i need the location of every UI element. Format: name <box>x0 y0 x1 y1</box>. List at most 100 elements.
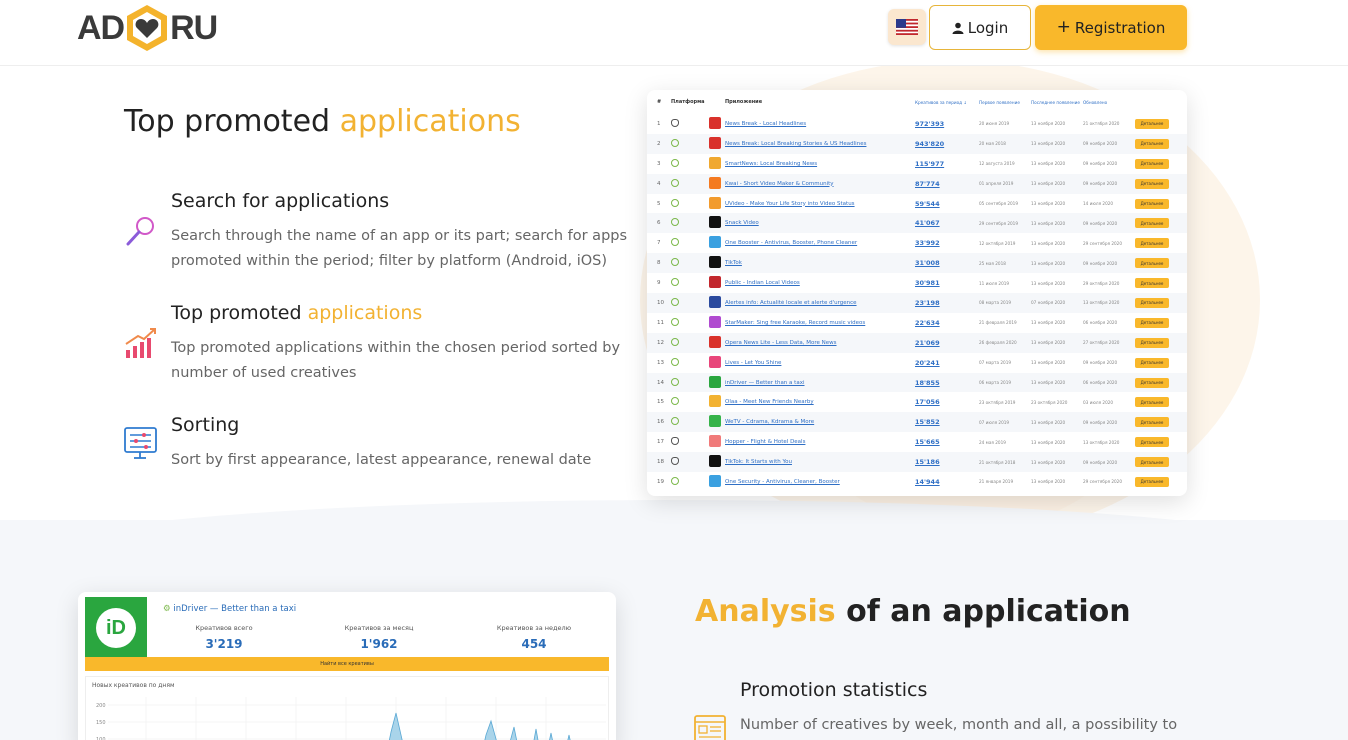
first-seen: 12 августа 2019 <box>979 161 1015 167</box>
updated: 06 ноября 2020 <box>1083 320 1118 326</box>
table-row: 18 TikTok: It Starts with You 15'186 21 окт… <box>647 452 1187 473</box>
login-button[interactable]: Login <box>929 5 1031 50</box>
app-icon <box>709 116 721 129</box>
details-button[interactable]: Детальнее <box>1135 337 1169 348</box>
app-icon <box>709 355 721 368</box>
app-name-link[interactable]: Opera News Lite - Less Data, More News <box>725 340 915 346</box>
app-name-link[interactable]: One Security - Antivirus, Cleaner, Boost… <box>725 479 915 485</box>
app-name-link[interactable]: Hopper - Flight & Hotel Deals <box>725 439 915 445</box>
creatives-count-link[interactable]: 23'198 <box>915 299 979 307</box>
app-name-link[interactable]: TikTok <box>725 260 915 266</box>
stat-label: Креативов за месяц <box>344 624 414 632</box>
android-icon <box>671 337 679 346</box>
app-name-link[interactable]: News Break: Local Breaking Stories & US … <box>725 141 915 147</box>
chart-area: 200 150 100 <box>96 697 606 740</box>
app-icon-cell <box>709 176 725 191</box>
col-header[interactable]: Первое появление <box>979 100 1031 105</box>
row-number: 3 <box>657 160 661 167</box>
creatives-count-link[interactable]: 14'944 <box>915 478 979 486</box>
android-icon <box>671 397 679 406</box>
app-name-link[interactable]: News Break - Local Headlines <box>725 121 915 127</box>
creatives-count-link[interactable]: 115'977 <box>915 160 979 168</box>
details-button[interactable]: Детальнее <box>1135 476 1169 487</box>
platform-cell <box>669 198 709 209</box>
creatives-count-link[interactable]: 59'544 <box>915 200 979 208</box>
us-flag-icon <box>896 19 918 35</box>
app-name-link[interactable]: Kwai - Short Video Maker & Community <box>725 181 915 187</box>
row-number: 6 <box>657 220 661 227</box>
details-button[interactable]: Детальнее <box>1135 377 1169 388</box>
details-button[interactable]: Детальнее <box>1135 138 1169 149</box>
details-button[interactable]: Детальнее <box>1135 457 1169 468</box>
creatives-count-link[interactable]: 41'067 <box>915 219 979 227</box>
details-button[interactable]: Детальнее <box>1135 317 1169 328</box>
last-seen: 13 ноября 2020 <box>1031 260 1066 266</box>
app-name-link[interactable]: Public - Indian Local Videos <box>725 280 915 286</box>
details-button[interactable]: Детальнее <box>1135 118 1169 129</box>
creatives-count-link[interactable]: 17'056 <box>915 398 979 406</box>
first-seen: 08 марта 2019 <box>979 300 1012 306</box>
app-name-link[interactable]: inDriver — Better than a taxi <box>725 380 915 386</box>
creatives-count-link[interactable]: 22'634 <box>915 319 979 327</box>
details-button[interactable]: Детальнее <box>1135 297 1169 308</box>
updated: 06 ноября 2020 <box>1083 380 1118 386</box>
app-name-link[interactable]: StarMaker: Sing free Karaoke, Record mus… <box>725 320 915 326</box>
details-cell: Детальнее <box>1135 476 1171 487</box>
creatives-count-link[interactable]: 972'393 <box>915 120 979 128</box>
app-name-link[interactable]: UVideo - Make Your Life Story into Video… <box>725 201 915 207</box>
creatives-count-link[interactable]: 33'992 <box>915 239 979 247</box>
details-cell: Детальнее <box>1135 238 1171 249</box>
details-button[interactable]: Детальнее <box>1135 158 1169 169</box>
creatives-count-link[interactable]: 18'855 <box>915 379 979 387</box>
app-name-link[interactable]: TikTok: It Starts with You <box>725 459 915 465</box>
last-seen: 13 ноября 2020 <box>1031 240 1066 246</box>
app-title[interactable]: ⚙ inDriver — Better than a taxi <box>163 604 296 614</box>
app-name-link[interactable]: Olaa - Meet New Friends Nearby <box>725 399 915 405</box>
details-button[interactable]: Детальнее <box>1135 357 1169 368</box>
col-header[interactable]: Креативов за период ↓ <box>915 100 979 105</box>
details-cell: Детальнее <box>1135 417 1171 428</box>
apple-icon <box>671 437 679 446</box>
creatives-count-link[interactable]: 15'665 <box>915 438 979 446</box>
app-name-link[interactable]: Alertes info: Actualité locale et alerte… <box>725 300 915 306</box>
creatives-count-link[interactable]: 21'069 <box>915 339 979 347</box>
app-name-link[interactable]: One Booster - Antivirus, Booster, Phone … <box>725 240 915 246</box>
details-button[interactable]: Детальнее <box>1135 238 1169 249</box>
details-button[interactable]: Детальнее <box>1135 397 1169 408</box>
creatives-count-link[interactable]: 15'186 <box>915 458 979 466</box>
row-number: 12 <box>657 339 664 346</box>
stat-total: Креативов всего 3'219 <box>174 624 274 651</box>
row-number: 18 <box>657 459 664 466</box>
creatives-count-link[interactable]: 20'241 <box>915 359 979 367</box>
creatives-count-link[interactable]: 15'852 <box>915 418 979 426</box>
app-name-link[interactable]: SmartNews: Local Breaking News <box>725 161 915 167</box>
creatives-count-link[interactable]: 30'981 <box>915 279 979 287</box>
details-button[interactable]: Детальнее <box>1135 258 1169 269</box>
creatives-count-link[interactable]: 87'774 <box>915 180 979 188</box>
app-icon <box>709 395 721 408</box>
find-creatives-button[interactable]: Найти все креативы <box>85 657 609 671</box>
platform-cell <box>669 397 709 407</box>
details-button[interactable]: Детальнее <box>1135 218 1169 229</box>
app-name-link[interactable]: Lives - Let You Shine <box>725 360 915 366</box>
details-button[interactable]: Детальнее <box>1135 278 1169 289</box>
details-button[interactable]: Детальнее <box>1135 417 1169 428</box>
row-number: 2 <box>657 140 661 147</box>
col-header[interactable]: Обновлено <box>1083 100 1135 105</box>
last-seen: 13 ноября 2020 <box>1031 419 1066 425</box>
app-icon <box>709 176 721 189</box>
details-button[interactable]: Детальнее <box>1135 198 1169 209</box>
row-number: 5 <box>657 200 661 207</box>
creatives-count-link[interactable]: 31'008 <box>915 259 979 267</box>
table-row: 1 News Break - Local Headlines 972'393 20 и… <box>647 114 1187 134</box>
logo[interactable]: AD RU <box>77 4 218 52</box>
creatives-count-link[interactable]: 943'820 <box>915 140 979 148</box>
col-header[interactable]: Последнее появление <box>1031 100 1083 105</box>
details-button[interactable]: Детальнее <box>1135 437 1169 448</box>
app-name-link[interactable]: Snack Video <box>725 220 915 226</box>
android-icon <box>671 278 679 287</box>
language-button[interactable] <box>888 9 926 45</box>
details-button[interactable]: Детальнее <box>1135 178 1169 189</box>
app-name-link[interactable]: WeTV - Cdrama, Kdrama & More <box>725 419 915 425</box>
registration-button[interactable]: + Registration <box>1035 5 1187 50</box>
